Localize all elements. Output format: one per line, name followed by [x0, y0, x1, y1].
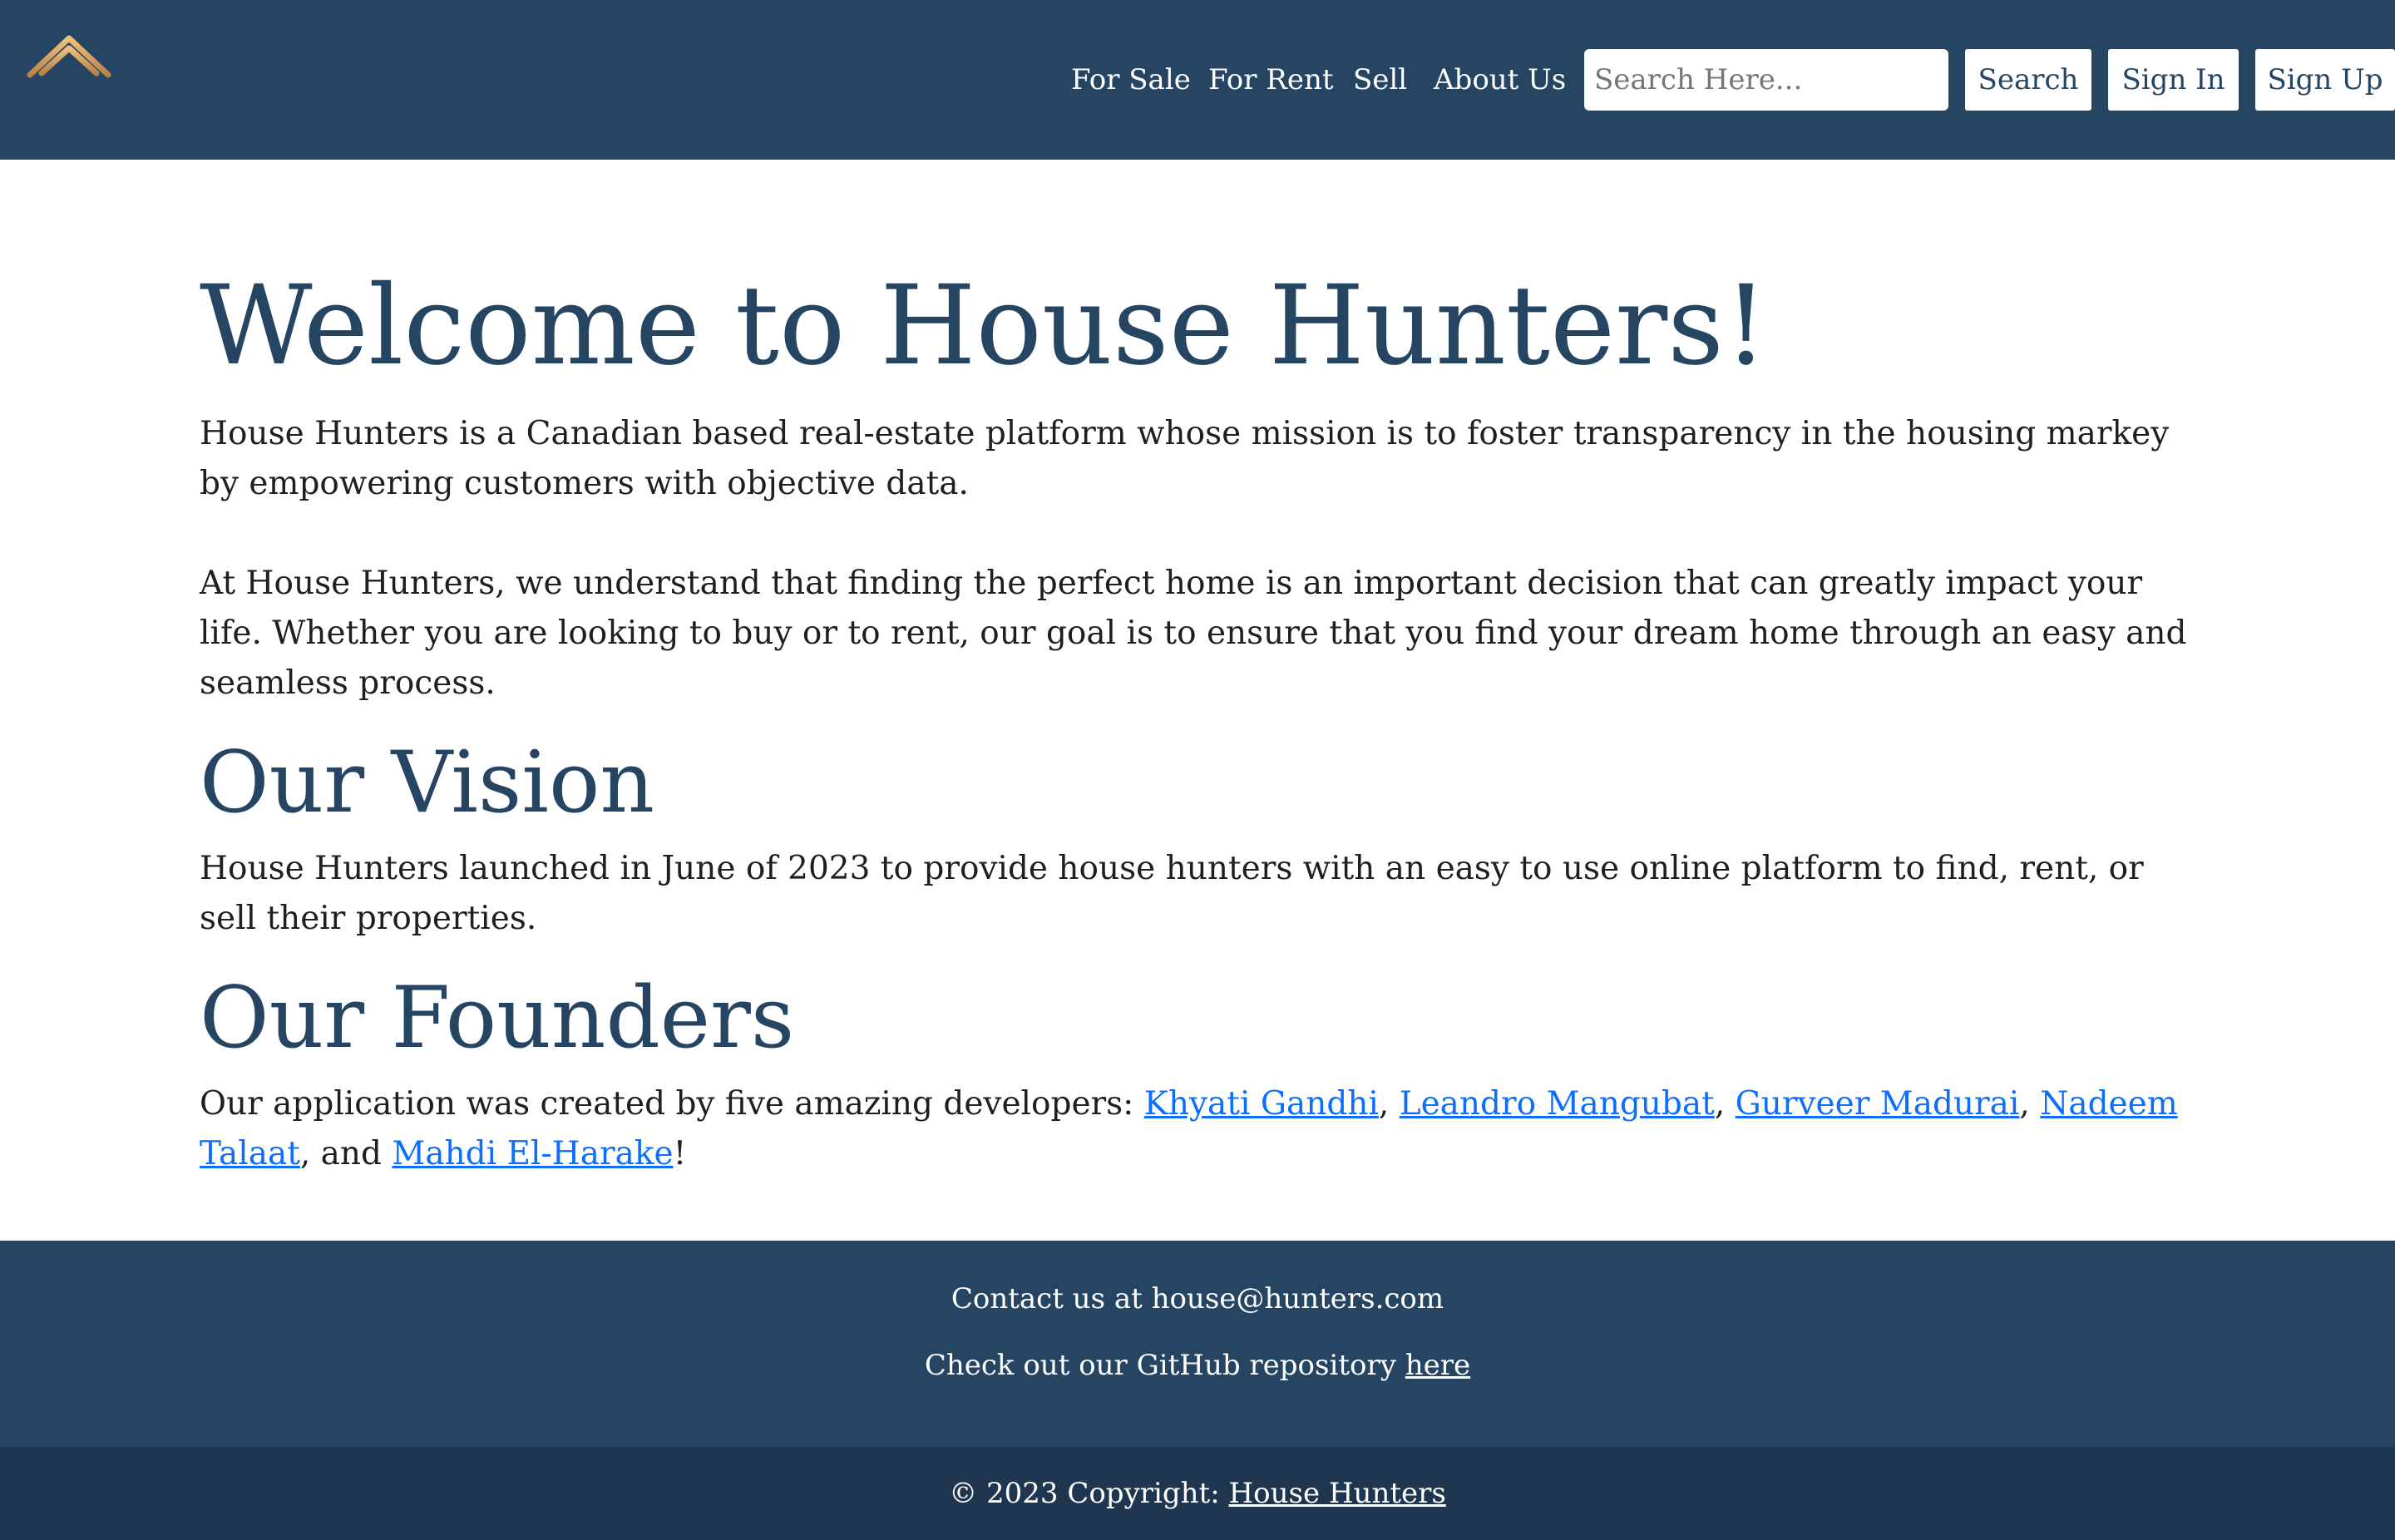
- github-repo-link[interactable]: here: [1405, 1349, 1470, 1382]
- intro-paragraph-2: At House Hunters, we understand that fin…: [200, 565, 2187, 702]
- vision-heading: Our Vision: [200, 733, 655, 832]
- founders-separator: ,: [1714, 1085, 1736, 1123]
- founder-link-mahdi-el-harake[interactable]: Mahdi El-Harake: [392, 1135, 673, 1172]
- founder-link-khyati-gandhi[interactable]: Khyati Gandhi: [1144, 1085, 1379, 1123]
- founders-separator: ,: [1378, 1085, 1400, 1123]
- founder-link-gurveer-madurai[interactable]: Gurveer Madurai: [1736, 1085, 2020, 1123]
- footer-contact: Contact us at house@hunters.com: [951, 1282, 1444, 1315]
- nav-for-rent[interactable]: For Rent: [1208, 60, 1334, 100]
- nav-for-sale[interactable]: For Sale: [1071, 60, 1191, 100]
- top-navbar: For Sale For Rent Sell About Us Search S…: [0, 0, 2395, 160]
- founders-separator: , and: [299, 1135, 393, 1172]
- copyright-house-hunters-link[interactable]: House Hunters: [1229, 1477, 1446, 1510]
- sign-up-button[interactable]: Sign Up: [2255, 49, 2395, 111]
- search-input[interactable]: [1584, 49, 1948, 111]
- vision-text: House Hunters launched in June of 2023 t…: [200, 850, 2144, 937]
- search-button[interactable]: Search: [1965, 49, 2091, 111]
- founders-intro: Our application was created by five amaz…: [200, 1085, 1144, 1123]
- house-hunters-logo-icon[interactable]: [25, 33, 113, 140]
- founders-separator: ,: [2019, 1085, 2041, 1123]
- sign-in-button[interactable]: Sign In: [2108, 49, 2239, 111]
- founders-end: !: [673, 1135, 687, 1172]
- nav-sell[interactable]: Sell: [1353, 60, 1407, 100]
- footer: Contact us at house@hunters.com Check ou…: [0, 1241, 2395, 1447]
- intro-paragraph-1: House Hunters is a Canadian based real-e…: [200, 415, 2170, 502]
- page-title: Welcome to House Hunters!: [200, 262, 1768, 390]
- founders-text: Our application was created by five amaz…: [200, 1079, 2195, 1179]
- nav-about-us[interactable]: About Us: [1434, 60, 1566, 100]
- founders-heading: Our Founders: [200, 969, 795, 1068]
- copyright-prefix: © 2023 Copyright:: [949, 1477, 1229, 1510]
- footer-github-prefix: Check out our GitHub repository: [924, 1349, 1405, 1382]
- footer-github: Check out our GitHub repository here: [0, 1345, 2395, 1386]
- founder-link-leandro-mangubat[interactable]: Leandro Mangubat: [1400, 1085, 1715, 1123]
- copyright-bar: © 2023 Copyright: House Hunters: [0, 1447, 2395, 1540]
